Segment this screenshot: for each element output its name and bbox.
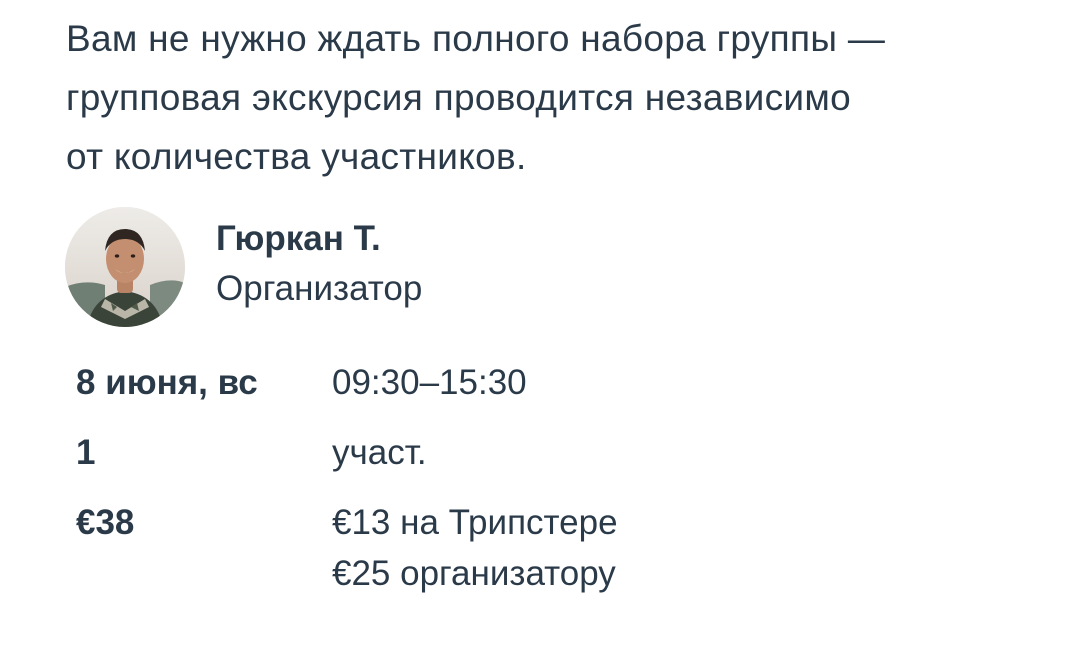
price-platform-share: €13 на Трипстере — [332, 503, 618, 542]
organizer-photo-icon — [65, 207, 185, 327]
description-line: Вам не нужно ждать полного набора группы… — [66, 18, 886, 59]
organizer-info: Гюркан Т. Организатор — [216, 214, 422, 314]
date-row: 8 июня, вс 09:30–15:30 — [76, 357, 976, 408]
price-breakdown: €13 на Трипстере €25 организатору — [332, 497, 618, 599]
organizer-name[interactable]: Гюркан Т. — [216, 214, 422, 264]
price-total: €38 — [76, 503, 135, 542]
description-line: от количества участников. — [66, 136, 527, 177]
avatar[interactable] — [65, 207, 185, 327]
participants-row: 1 участ. — [76, 427, 976, 478]
participants-count: 1 — [76, 433, 96, 472]
organizer-role: Организатор — [216, 269, 423, 308]
organizer-card[interactable]: Гюркан Т. Организатор — [65, 207, 422, 327]
tour-description: Вам не нужно ждать полного набора группы… — [66, 9, 1026, 186]
description-line: групповая экскурсия проводится независим… — [66, 77, 852, 118]
price-organizer-share: €25 организатору — [332, 554, 616, 593]
tour-details: 8 июня, вс 09:30–15:30 1 участ. €38 €13 … — [76, 357, 976, 618]
price-row: €38 €13 на Трипстере €25 организатору — [76, 497, 976, 599]
participants-label: участ. — [332, 433, 427, 472]
tour-time: 09:30–15:30 — [332, 363, 527, 402]
tour-date: 8 июня, вс — [76, 363, 258, 402]
